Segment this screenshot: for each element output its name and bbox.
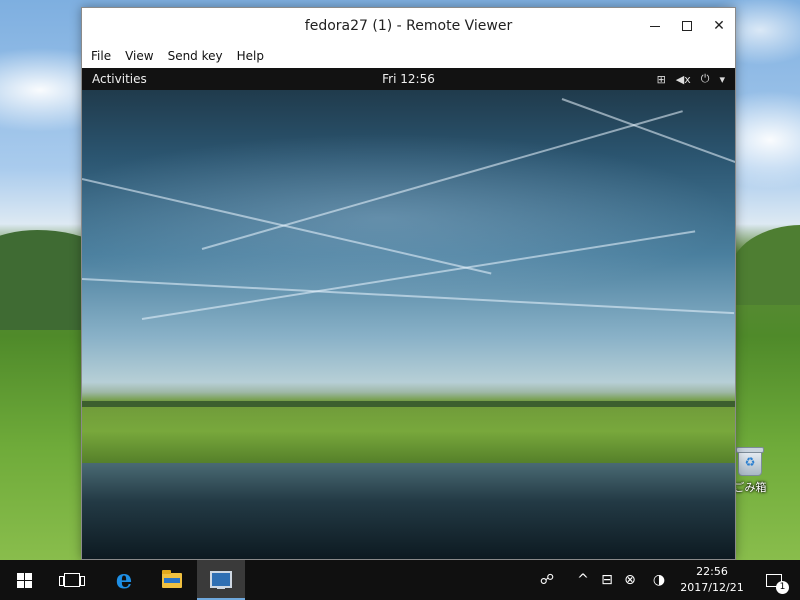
close-button[interactable]: ✕ bbox=[703, 8, 735, 44]
pond-water bbox=[82, 463, 735, 559]
contrail bbox=[82, 278, 735, 315]
remote-viewer-icon bbox=[210, 570, 232, 589]
recycle-bin-icon: ♻ bbox=[736, 447, 764, 476]
contrail bbox=[561, 98, 735, 169]
menu-send-key[interactable]: Send key bbox=[161, 44, 230, 68]
network-icon: ⊟ bbox=[601, 572, 613, 588]
wallpaper-hill-right bbox=[730, 225, 800, 305]
task-view-icon bbox=[59, 573, 85, 587]
taskbar-clock[interactable]: 22:56 2017/12/21 bbox=[680, 564, 744, 596]
gnome-clock[interactable]: Fri 12:56 bbox=[82, 68, 735, 90]
chevron-down-icon: ▾ bbox=[719, 72, 725, 86]
menu-file[interactable]: File bbox=[84, 44, 118, 68]
start-icon bbox=[16, 572, 32, 588]
remote-viewer-window[interactable]: fedora27 (1) - Remote Viewer ✕ File View… bbox=[81, 7, 736, 560]
taskbar-time: 22:56 bbox=[696, 565, 728, 578]
night-light-icon: ◑ bbox=[652, 572, 666, 588]
chevron-up-icon: ^ bbox=[577, 572, 589, 588]
minimize-button[interactable] bbox=[639, 8, 671, 44]
people-icon: ☍ bbox=[539, 572, 555, 588]
show-hidden-icons-button[interactable]: ^ bbox=[572, 560, 594, 600]
close-circle-icon: ⊗ bbox=[624, 572, 636, 588]
status-button[interactable]: ⊗ bbox=[620, 560, 640, 600]
close-icon: ✕ bbox=[713, 18, 725, 34]
night-light-button[interactable]: ◑ bbox=[648, 560, 670, 600]
window-controls: ✕ bbox=[639, 8, 735, 44]
file-explorer-button[interactable] bbox=[148, 560, 196, 600]
maximize-icon bbox=[682, 21, 692, 31]
task-view-button[interactable] bbox=[48, 560, 96, 600]
start-button[interactable] bbox=[0, 560, 48, 600]
file-explorer-icon bbox=[162, 569, 182, 588]
edge-button[interactable]: e bbox=[100, 560, 148, 600]
people-button[interactable]: ☍ bbox=[535, 560, 559, 600]
window-title: fedora27 (1) - Remote Viewer bbox=[304, 18, 513, 34]
menu-help[interactable]: Help bbox=[230, 44, 271, 68]
menu-bar: File View Send key Help bbox=[82, 44, 735, 68]
gnome-system-tray[interactable]: ⊞ ◀x ⏻ ▾ bbox=[657, 68, 725, 90]
menu-view[interactable]: View bbox=[118, 44, 160, 68]
remote-viewer-taskbar-button[interactable] bbox=[197, 560, 245, 600]
minimize-icon bbox=[650, 25, 660, 27]
notification-icon: 1 bbox=[766, 573, 789, 594]
edge-icon: e bbox=[115, 565, 133, 595]
contrail bbox=[201, 110, 683, 250]
action-center-button[interactable]: 1 bbox=[756, 560, 792, 600]
notification-count-badge: 1 bbox=[776, 580, 789, 594]
guest-display[interactable]: Activities Fri 12:56 ⊞ ◀x ⏻ ▾ bbox=[82, 68, 735, 559]
gnome-top-bar: Activities Fri 12:56 ⊞ ◀x ⏻ ▾ bbox=[82, 68, 735, 90]
network-button[interactable]: ⊟ bbox=[596, 560, 618, 600]
power-icon: ⏻ bbox=[700, 72, 710, 85]
title-bar[interactable]: fedora27 (1) - Remote Viewer ✕ bbox=[82, 8, 735, 44]
network-icon: ⊞ bbox=[656, 72, 666, 86]
horizon-treeline bbox=[82, 401, 735, 407]
taskbar: e ☍ ^ ⊟ ⊗ ◑ 22:56 2017/12/21 1 bbox=[0, 560, 800, 600]
maximize-button[interactable] bbox=[671, 8, 703, 44]
taskbar-date: 2017/12/21 bbox=[680, 581, 744, 594]
contrail bbox=[82, 178, 492, 275]
volume-muted-icon: ◀x bbox=[675, 72, 691, 86]
